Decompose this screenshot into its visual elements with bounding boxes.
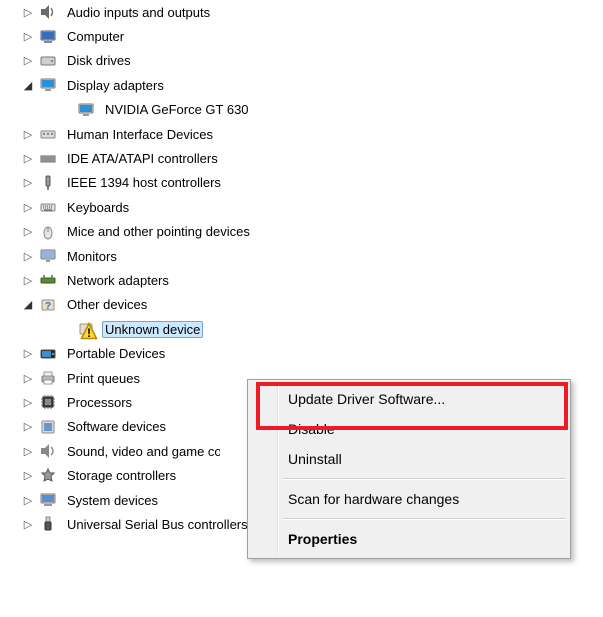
expander-closed-icon[interactable]: ▷	[22, 6, 34, 18]
tree-item-label: Unknown device	[102, 321, 203, 338]
tree-item[interactable]: ◢ Display adapters	[0, 73, 603, 97]
menu-item[interactable]: Uninstall	[250, 444, 568, 474]
tree-item-label: Human Interface Devices	[64, 126, 216, 143]
cpu-icon	[38, 393, 58, 411]
display-icon	[76, 101, 96, 119]
system-icon	[38, 491, 58, 509]
tree-item[interactable]: ▷ Audio inputs and outputs	[0, 0, 603, 24]
expander-closed-icon[interactable]: ▷	[22, 470, 34, 482]
tree-item-label: Computer	[64, 28, 127, 45]
tree-item-label: IEEE 1394 host controllers	[64, 174, 224, 191]
expander-closed-icon[interactable]: ▷	[22, 274, 34, 286]
usb-icon	[38, 515, 58, 533]
keyboard-icon	[38, 198, 58, 216]
tree-item-label: Software devices	[64, 418, 169, 435]
software-icon	[38, 418, 58, 436]
menu-item[interactable]: Update Driver Software...	[250, 384, 568, 414]
tree-item-label: Keyboards	[64, 199, 132, 216]
tree-item-label: Universal Serial Bus controllers	[64, 516, 251, 533]
expander-open-icon[interactable]: ◢	[22, 79, 34, 91]
tree-item-label: Display adapters	[64, 77, 167, 94]
ide-icon	[38, 150, 58, 168]
menu-separator	[283, 478, 566, 480]
tree-item-label: Other devices	[64, 296, 150, 313]
expander-closed-icon[interactable]: ▷	[22, 31, 34, 43]
computer-icon	[38, 28, 58, 46]
expander-closed-icon[interactable]: ▷	[22, 226, 34, 238]
tree-item[interactable]: ▷ Human Interface Devices	[0, 122, 603, 146]
tree-item-label: System devices	[64, 492, 161, 509]
network-icon	[38, 271, 58, 289]
menu-item-label: Uninstall	[288, 451, 342, 467]
context-menu: Update Driver Software... Disable Uninstal…	[247, 379, 571, 559]
menu-item-label: Properties	[288, 531, 357, 547]
tree-item-label: Disk drives	[64, 52, 134, 69]
other-icon	[38, 296, 58, 314]
sound-icon	[38, 442, 58, 460]
tree-item-label: NVIDIA GeForce GT 630	[102, 101, 252, 118]
portable-icon	[38, 345, 58, 363]
tree-item-label: Print queues	[64, 370, 143, 387]
expander-closed-icon[interactable]: ▷	[22, 201, 34, 213]
menu-separator	[283, 518, 566, 520]
tree-item-label: Portable Devices	[64, 345, 168, 362]
expander-closed-icon[interactable]: ▷	[22, 445, 34, 457]
ieee-icon	[38, 174, 58, 192]
tree-item[interactable]: ▷ Portable Devices	[0, 341, 603, 365]
tree-item[interactable]: ▷ Keyboards	[0, 195, 603, 219]
disk-icon	[38, 52, 58, 70]
tree-item-label: Sound, video and game controllers	[64, 443, 220, 460]
tree-item-label: IDE ATA/ATAPI controllers	[64, 150, 221, 167]
display-icon	[38, 76, 58, 94]
expander-closed-icon[interactable]: ▷	[22, 421, 34, 433]
menu-item[interactable]: Disable	[250, 414, 568, 444]
expander-closed-icon[interactable]: ▷	[22, 153, 34, 165]
menu-gutter	[277, 384, 279, 554]
expander-closed-icon[interactable]: ▷	[22, 518, 34, 530]
audio-icon	[38, 3, 58, 21]
tree-item[interactable]: ▷ Computer	[0, 24, 603, 48]
expander-closed-icon[interactable]: ▷	[22, 396, 34, 408]
expander-closed-icon[interactable]: ▷	[22, 494, 34, 506]
expander-closed-icon[interactable]: ▷	[22, 372, 34, 384]
menu-item-label: Scan for hardware changes	[288, 491, 459, 507]
expander-closed-icon[interactable]: ▷	[22, 128, 34, 140]
hid-icon	[38, 125, 58, 143]
tree-item[interactable]: ▷ Monitors	[0, 244, 603, 268]
expander-closed-icon[interactable]: ▷	[22, 177, 34, 189]
monitor-icon	[38, 247, 58, 265]
expander-open-icon[interactable]: ◢	[22, 299, 34, 311]
menu-item[interactable]: Scan for hardware changes	[250, 484, 568, 514]
tree-item[interactable]: ▷ IDE ATA/ATAPI controllers	[0, 146, 603, 170]
tree-item[interactable]: NVIDIA GeForce GT 630	[0, 98, 603, 122]
unknown-icon	[76, 320, 96, 338]
expander-closed-icon[interactable]: ▷	[22, 55, 34, 67]
printer-icon	[38, 369, 58, 387]
tree-item[interactable]: ▷ IEEE 1394 host controllers	[0, 171, 603, 195]
tree-item-label: Mice and other pointing devices	[64, 223, 253, 240]
tree-item-label: Audio inputs and outputs	[64, 4, 213, 21]
tree-item-label: Storage controllers	[64, 467, 179, 484]
tree-item-label: Processors	[64, 394, 135, 411]
tree-item[interactable]: Unknown device	[0, 317, 603, 341]
expander-closed-icon[interactable]: ▷	[22, 250, 34, 262]
tree-item[interactable]: ▷ Mice and other pointing devices	[0, 220, 603, 244]
tree-item-label: Monitors	[64, 248, 120, 265]
mouse-icon	[38, 223, 58, 241]
tree-item[interactable]: ▷ Network adapters	[0, 268, 603, 292]
tree-item[interactable]: ◢ Other devices	[0, 293, 603, 317]
menu-item-label: Disable	[288, 421, 335, 437]
menu-item[interactable]: Properties	[250, 524, 568, 554]
menu-item-label: Update Driver Software...	[288, 391, 445, 407]
tree-item[interactable]: ▷ Disk drives	[0, 49, 603, 73]
storage-icon	[38, 467, 58, 485]
expander-closed-icon[interactable]: ▷	[22, 348, 34, 360]
tree-item-label: Network adapters	[64, 272, 172, 289]
